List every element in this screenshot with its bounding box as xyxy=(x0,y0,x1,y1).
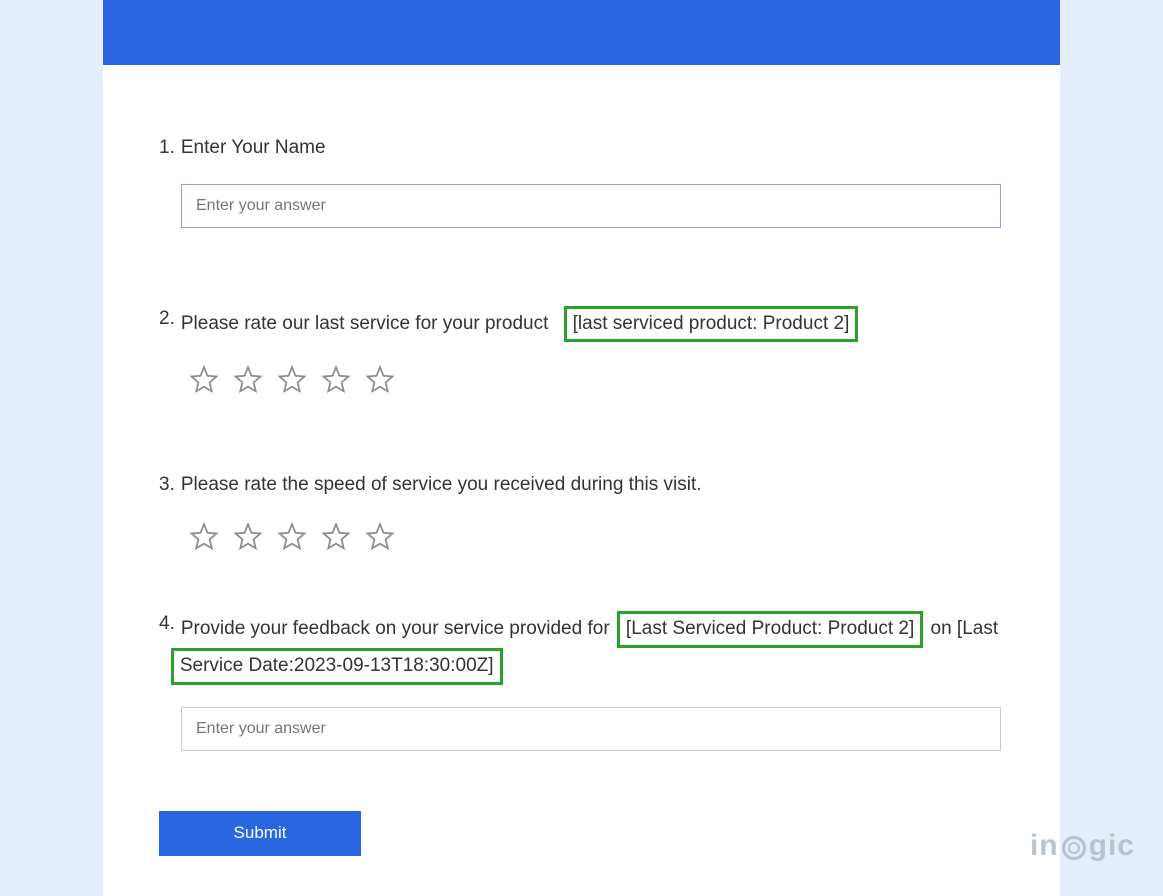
highlighted-product-token: [last serviced product: Product 2] xyxy=(564,306,859,343)
question-text-prefix: Please rate our last service for your pr… xyxy=(181,313,549,334)
question-text-middle: on [Last xyxy=(931,618,999,639)
highlighted-product-token: [Last Serviced Product: Product 2] xyxy=(617,611,923,648)
watermark-o-icon xyxy=(1062,836,1086,860)
watermark-text-part2: gic xyxy=(1089,829,1135,863)
star-icon[interactable] xyxy=(321,364,351,394)
question-3-label: 3. Please rate the speed of service you … xyxy=(159,472,1004,499)
question-number: 1. xyxy=(159,135,175,162)
star-icon[interactable] xyxy=(365,364,395,394)
star-icon[interactable] xyxy=(233,521,263,551)
feedback-input[interactable] xyxy=(181,707,1001,751)
highlighted-date-token: Service Date:2023-09-13T18:30:00Z] xyxy=(171,648,503,685)
star-icon[interactable] xyxy=(365,521,395,551)
submit-button[interactable]: Submit xyxy=(159,811,361,856)
question-1-block: 1. Enter Your Name xyxy=(159,135,1004,228)
rating-stars-service xyxy=(189,364,1004,394)
question-number: 3. xyxy=(159,472,175,499)
watermark-text-part1: in xyxy=(1030,829,1059,863)
star-icon[interactable] xyxy=(321,521,351,551)
question-text: Please rate the speed of service you rec… xyxy=(181,472,1004,499)
question-3-block: 3. Please rate the speed of service you … xyxy=(159,472,1004,551)
question-text: Please rate our last service for your pr… xyxy=(181,306,1004,343)
name-input[interactable] xyxy=(181,184,1001,228)
form-header-banner xyxy=(103,0,1060,65)
question-2-label: 2. Please rate our last service for your… xyxy=(159,306,1004,343)
form-body: 1. Enter Your Name 2. Please rate our la… xyxy=(103,65,1060,896)
question-2-block: 2. Please rate our last service for your… xyxy=(159,306,1004,395)
rating-stars-speed xyxy=(189,521,1004,551)
question-number: 2. xyxy=(159,306,175,333)
star-icon[interactable] xyxy=(277,521,307,551)
question-text: Enter Your Name xyxy=(181,135,1004,162)
question-4-label: 4. Provide your feedback on your service… xyxy=(159,611,1004,685)
star-icon[interactable] xyxy=(233,364,263,394)
form-container: 1. Enter Your Name 2. Please rate our la… xyxy=(103,0,1060,896)
star-icon[interactable] xyxy=(277,364,307,394)
question-text-prefix: Provide your feedback on your service pr… xyxy=(181,618,610,639)
star-icon[interactable] xyxy=(189,364,219,394)
question-text: Provide your feedback on your service pr… xyxy=(181,611,1004,685)
question-4-block: 4. Provide your feedback on your service… xyxy=(159,611,1004,751)
watermark-logo: in gic xyxy=(1030,829,1135,863)
star-icon[interactable] xyxy=(189,521,219,551)
question-1-label: 1. Enter Your Name xyxy=(159,135,1004,162)
question-number: 4. xyxy=(159,611,175,638)
